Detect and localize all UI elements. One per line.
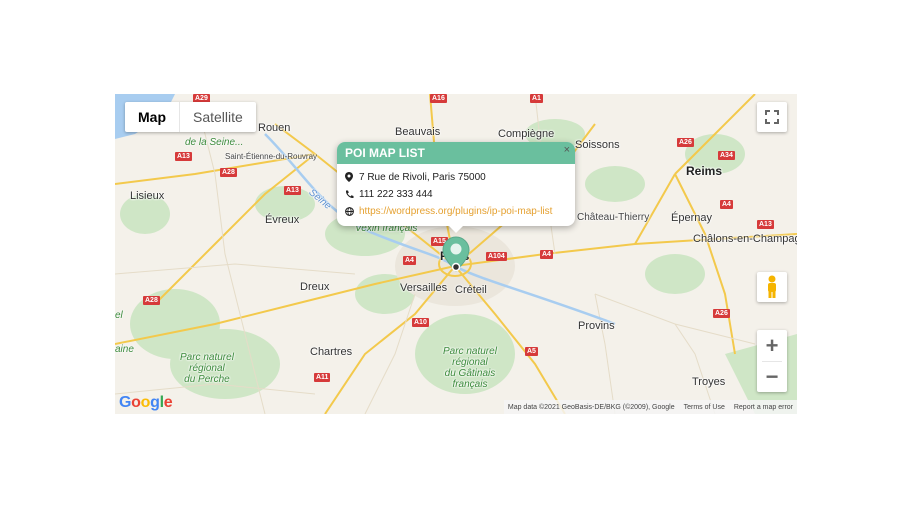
city-label: Rouen (258, 122, 291, 134)
info-window: POI MAP LIST × 7 Rue de Rivoli, Paris 75… (337, 142, 575, 226)
info-address: 7 Rue de Rivoli, Paris 75000 (359, 171, 486, 183)
fullscreen-button[interactable] (757, 102, 787, 132)
road-shield: A16 (430, 94, 447, 103)
zoom-out-button[interactable]: − (757, 362, 787, 392)
road-shield: A28 (220, 168, 237, 177)
zoom-control: + − (757, 330, 787, 392)
city-label: Château-Thierry (577, 212, 650, 223)
city-label: Lisieux (130, 190, 165, 202)
city-label: Beauvais (395, 126, 441, 138)
park-label: el (115, 310, 123, 321)
info-url-link[interactable]: https://wordpress.org/plugins/ip-poi-map… (359, 206, 552, 217)
report-error-link[interactable]: Report a map error (734, 404, 793, 411)
road-shield: A11 (314, 373, 331, 382)
road-shield: A13 (757, 220, 774, 229)
terms-link[interactable]: Terms of Use (684, 404, 725, 411)
road-shield: A5 (525, 347, 538, 356)
road-shield: A10 (412, 318, 429, 327)
fullscreen-icon (765, 110, 779, 124)
location-pin-icon (345, 172, 359, 182)
road-shield: A4 (540, 250, 553, 259)
city-label: Reims (686, 164, 723, 178)
road-shield: A28 (143, 296, 160, 305)
map-type-control: Map Satellite (125, 102, 256, 132)
city-label: Compiègne (498, 128, 555, 140)
info-window-title: POI MAP LIST (337, 142, 575, 164)
phone-icon (345, 190, 359, 199)
park-label: Parc naturel régional du Perche (180, 352, 234, 385)
close-icon[interactable]: × (564, 144, 570, 156)
map-data-credit: Map data ©2021 GeoBasis-DE/BKG (©2009), … (507, 403, 675, 411)
globe-icon (345, 206, 359, 216)
road-shield: A26 (677, 138, 694, 147)
road-shield: A13 (175, 152, 192, 161)
map-canvas[interactable]: A29 A13 A28 A13 A16 A1 A26 A34 A4 A4 A15… (115, 94, 797, 414)
city-label: Soissons (575, 139, 620, 151)
google-logo: Google (119, 394, 173, 411)
park-label: Parc naturel régional du Gâtinais frança… (443, 346, 497, 390)
city-label: Provins (578, 320, 615, 332)
city-label: Saint-Étienne-du-Rouvray (225, 152, 318, 161)
location-dot-icon (451, 262, 461, 272)
city-label: Chartres (310, 346, 353, 358)
map-attribution: Map data ©2021 GeoBasis-DE/BKG (©2009), … (503, 400, 797, 414)
park-label: aine (115, 344, 134, 355)
info-address-row: 7 Rue de Rivoli, Paris 75000 (337, 169, 575, 185)
info-window-tail (448, 225, 464, 233)
map-type-map-button[interactable]: Map (125, 102, 179, 132)
road-shield: A26 (713, 309, 730, 318)
map-type-satellite-button[interactable]: Satellite (180, 102, 256, 132)
city-label: Dreux (300, 281, 330, 293)
road-shield: A1 (530, 94, 543, 103)
info-phone: 111 222 333 444 (359, 188, 433, 200)
city-label: Créteil (455, 284, 487, 296)
road-shield: A4 (720, 200, 733, 209)
info-phone-row: 111 222 333 444 (337, 186, 575, 202)
info-url-row: https://wordpress.org/plugins/ip-poi-map… (337, 203, 575, 219)
road-shield: A13 (284, 186, 301, 195)
city-label: Épernay (671, 212, 712, 224)
city-label: Versailles (400, 282, 448, 294)
park-label: de la Seine... (185, 137, 244, 148)
pegman-icon (768, 275, 776, 298)
road-shield: A34 (718, 151, 735, 160)
zoom-in-button[interactable]: + (757, 331, 787, 361)
city-label: Châlons-en-Champagne (693, 233, 797, 245)
road-shield: A4 (403, 256, 416, 265)
road-shield: A104 (486, 252, 507, 261)
city-label: Troyes (692, 376, 726, 388)
street-view-pegman-button[interactable] (757, 272, 787, 302)
city-label: Évreux (265, 214, 300, 226)
